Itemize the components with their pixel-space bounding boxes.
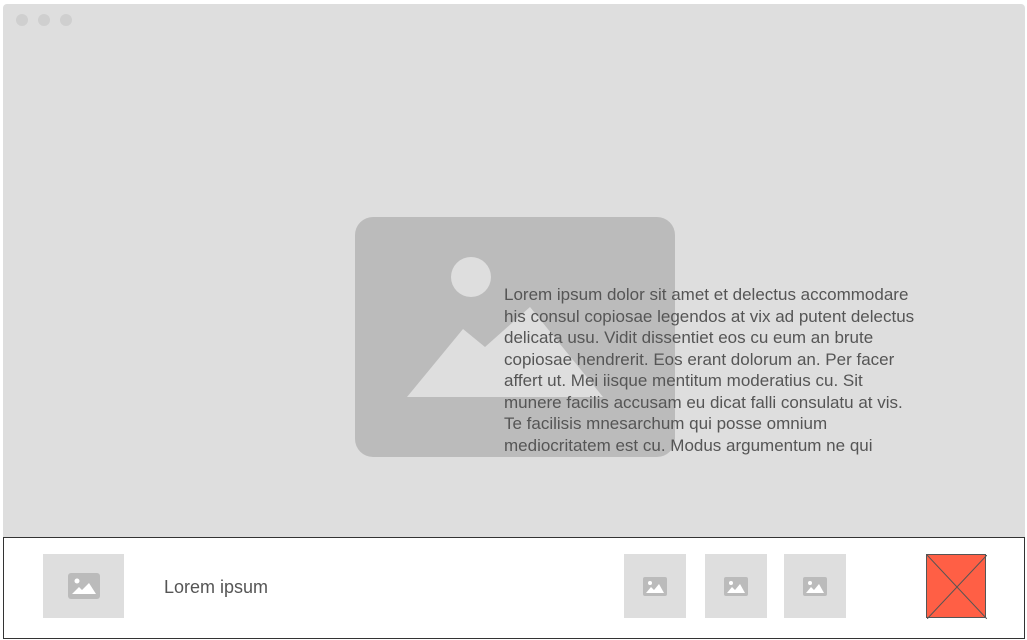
- close-x-icon: [927, 555, 987, 619]
- hero-paragraph: Lorem ipsum dolor sit amet et delectus a…: [504, 285, 915, 455]
- thumbnail-2[interactable]: [705, 554, 767, 618]
- thumbnail-1[interactable]: [624, 554, 686, 618]
- bar-label: Lorem ipsum: [164, 577, 269, 597]
- bar-thumbnail[interactable]: [43, 554, 124, 618]
- thumbnail-3[interactable]: [784, 554, 846, 618]
- window-dot-maximize[interactable]: [60, 14, 72, 26]
- window-controls: [16, 14, 72, 26]
- window-dot-close[interactable]: [16, 14, 28, 26]
- close-button[interactable]: [926, 554, 987, 619]
- image-icon: [803, 576, 827, 596]
- window-dot-minimize[interactable]: [38, 14, 50, 26]
- image-icon: [67, 573, 100, 599]
- image-icon: [643, 576, 667, 596]
- bottom-bar: Lorem ipsum: [3, 537, 1025, 639]
- browser-window: Lorem ipsum dolor sit amet et delectus a…: [3, 4, 1025, 537]
- image-icon: [724, 576, 748, 596]
